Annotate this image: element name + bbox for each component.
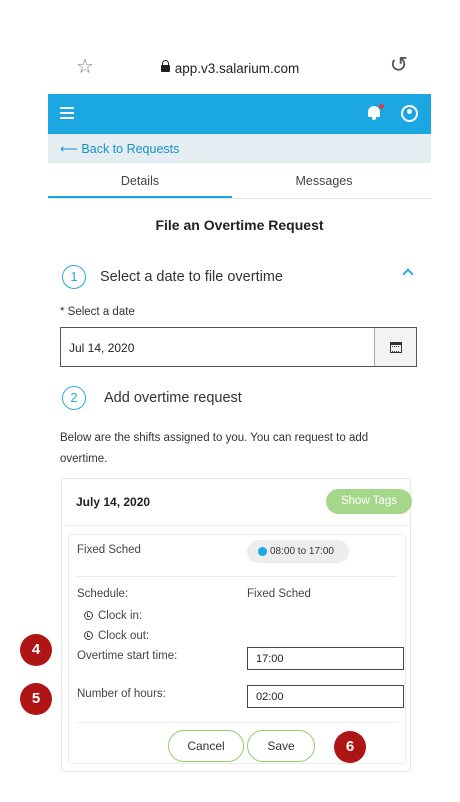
schedule-value: Fixed Sched xyxy=(247,588,311,600)
card-divider xyxy=(62,525,412,526)
cancel-button[interactable]: Cancel xyxy=(168,730,244,762)
show-tags-button[interactable]: Show Tags xyxy=(326,489,412,514)
clock-out-row: Clock out: xyxy=(84,630,149,642)
tabs-divider xyxy=(48,198,431,199)
notification-bell-icon[interactable] xyxy=(366,104,384,122)
step-2-badge: 2 xyxy=(62,386,86,410)
shift-detail-panel: Fixed Sched 08:00 to 17:00 Schedule: Fix… xyxy=(68,534,406,764)
reload-icon[interactable]: ↺ xyxy=(390,52,408,78)
date-label: * Select a date xyxy=(60,306,135,318)
step-2-title: Add overtime request xyxy=(104,390,242,406)
schedule-label: Schedule: xyxy=(77,588,129,600)
shift-time-badge: 08:00 to 17:00 xyxy=(247,540,349,563)
date-field[interactable]: Jul 14, 2020 xyxy=(60,327,417,367)
clock-in-row: Clock in: xyxy=(84,610,142,622)
save-button[interactable]: Save xyxy=(247,730,315,762)
panel-divider xyxy=(77,576,397,577)
shift-time-text: 08:00 to 17:00 xyxy=(270,546,334,557)
shift-dot-icon xyxy=(258,547,267,556)
overtime-start-label: Overtime start time: xyxy=(77,650,178,662)
shift-card: July 14, 2020 Show Tags Fixed Sched 08:0… xyxy=(61,478,412,772)
calendar-button[interactable] xyxy=(374,328,416,366)
tab-messages[interactable]: Messages xyxy=(232,163,416,199)
tab-details[interactable]: Details xyxy=(48,163,232,199)
app-header xyxy=(48,94,431,134)
step-marker-6: 6 xyxy=(334,731,366,763)
shifts-info-text: Below are the shifts assigned to you. Yo… xyxy=(60,432,369,465)
panel-divider xyxy=(77,722,397,723)
step-1-title: Select a date to file overtime xyxy=(100,269,283,285)
number-of-hours-input[interactable]: 02:00 xyxy=(247,685,404,708)
back-to-requests-link[interactable]: ⟵ Back to Requests xyxy=(60,141,179,156)
step-1-badge: 1 xyxy=(62,265,86,289)
calendar-icon xyxy=(390,342,402,353)
card-date: July 14, 2020 xyxy=(76,495,151,509)
user-account-icon[interactable] xyxy=(401,105,418,122)
clock-icon xyxy=(84,611,93,620)
clock-in-label: Clock in: xyxy=(98,610,143,622)
menu-icon[interactable] xyxy=(60,107,74,119)
back-link-label: Back to Requests xyxy=(81,142,180,156)
clock-icon xyxy=(84,631,93,640)
schedule-name: Fixed Sched xyxy=(77,544,141,556)
page-title: File an Overtime Request xyxy=(155,217,324,233)
tabs: Details Messages xyxy=(48,163,431,199)
url-text[interactable]: app.v3.salarium.com xyxy=(175,61,300,76)
chevron-up-icon[interactable] xyxy=(402,268,414,280)
browser-url-bar: ☆ app.v3.salarium.com ↺ xyxy=(48,50,412,90)
step-marker-5: 5 xyxy=(20,683,52,715)
back-bar: ⟵ Back to Requests xyxy=(48,134,431,163)
date-value: Jul 14, 2020 xyxy=(69,341,135,355)
step-marker-4: 4 xyxy=(20,634,52,666)
clock-out-label: Clock out: xyxy=(98,630,150,642)
lock-icon xyxy=(160,60,170,72)
overtime-start-input[interactable]: 17:00 xyxy=(247,647,404,670)
number-of-hours-label: Number of hours: xyxy=(77,688,166,700)
